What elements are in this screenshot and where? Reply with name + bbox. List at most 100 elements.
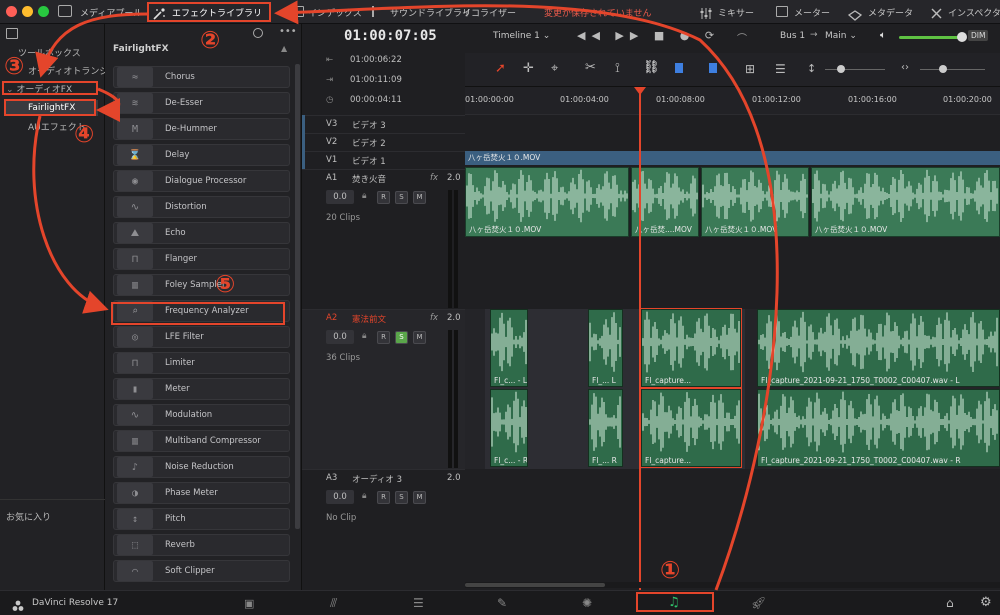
settings-gear-icon[interactable]: ⚙: [980, 595, 992, 610]
magic-wand-icon[interactable]: [152, 5, 166, 20]
volume-knob[interactable]: [957, 32, 967, 42]
speaker-icon[interactable]: 🔈︎: [880, 30, 886, 41]
marker-icon[interactable]: [709, 63, 717, 73]
track-v3[interactable]: V3 ビデオ 3: [302, 115, 465, 133]
fx-item-distortion[interactable]: ∿ Distortion: [113, 196, 290, 218]
video-clip-v1[interactable]: 八ヶ岳焚火１０.MOV: [465, 151, 1000, 165]
fx-list-scrollbar[interactable]: [295, 64, 300, 529]
fx-item-pitch[interactable]: ↕ Pitch: [113, 508, 290, 530]
snap-tool-icon[interactable]: ⟟: [615, 61, 620, 76]
metadata-button[interactable]: メタデータ: [868, 6, 913, 19]
mute-button[interactable]: M: [413, 331, 426, 344]
zoom-window-icon[interactable]: [38, 6, 49, 17]
deliver-page-icon[interactable]: 🚀︎: [751, 596, 766, 610]
audio-clip-a1[interactable]: 八ヶ岳焚火１０.MOV: [701, 167, 809, 237]
minimize-window-icon[interactable]: [22, 6, 33, 17]
media-pool-icon[interactable]: [58, 5, 72, 17]
panel-toggle-icon[interactable]: [6, 28, 18, 39]
fairlight-page-icon[interactable]: ♫: [668, 595, 680, 610]
edit-page-icon[interactable]: ☰: [413, 596, 424, 610]
main-output-selector[interactable]: Main ⌄: [825, 31, 857, 41]
index-icon[interactable]: [292, 6, 304, 17]
inspector-icon[interactable]: [930, 5, 943, 19]
effects-library-button[interactable]: エフェクトライブラリ: [172, 6, 262, 19]
monitor-volume-slider[interactable]: [899, 36, 959, 39]
zoom-horizontal-icon[interactable]: ‹›: [901, 62, 909, 73]
media-page-icon[interactable]: ▣: [244, 597, 254, 610]
more-options-icon[interactable]: •••: [279, 26, 297, 37]
volume-field[interactable]: 0.0: [326, 190, 354, 204]
fx-item-de-hummer[interactable]: M De-Hummer: [113, 118, 290, 140]
fx-item-delay[interactable]: ⌛ Delay: [113, 144, 290, 166]
audio-clip-a2-right[interactable]: Fl_capture...: [641, 389, 741, 467]
fx-item-dialogue-processor[interactable]: ◉ Dialogue Processor: [113, 170, 290, 192]
audio-clip-a1[interactable]: 八ヶ岳焚火１０.MOV: [811, 167, 1000, 237]
fx-item-chorus[interactable]: ≈ Chorus: [113, 66, 290, 88]
volume-field[interactable]: 0.0: [326, 330, 354, 344]
link-tool-icon[interactable]: ⛓: [643, 60, 660, 75]
record-arm-button[interactable]: R: [377, 191, 390, 204]
audio-clip-a2-left[interactable]: Fl_capture_2021-09-21_1750_T0002_C00407.…: [757, 309, 1000, 387]
zoom-slider-track[interactable]: [825, 69, 885, 70]
transport-controls[interactable]: ◀◀ ▶▶ ■ ● ⟳: [577, 29, 720, 42]
sidebar-item-audio-fx[interactable]: ⌄ オーディオFX: [0, 82, 105, 98]
h-zoom-slider-knob[interactable]: [939, 65, 947, 73]
sound-library-icon[interactable]: [372, 6, 382, 17]
focus-tool-icon[interactable]: ⌖: [551, 61, 558, 76]
close-window-icon[interactable]: [6, 6, 17, 17]
fx-item-reverb[interactable]: ⬚ Reverb: [113, 534, 290, 556]
h-zoom-slider-track[interactable]: [920, 69, 985, 70]
fx-item-multiband-compressor[interactable]: ▥ Multiband Compressor: [113, 430, 290, 452]
fx-item-flanger[interactable]: ⊓ Flanger: [113, 248, 290, 270]
record-arm-button[interactable]: R: [377, 331, 390, 344]
zoom-vertical-icon[interactable]: ↕: [807, 62, 816, 75]
dim-button[interactable]: DIM: [968, 30, 989, 41]
inspector-button[interactable]: インスペクタ: [948, 6, 1000, 19]
mixer-icon[interactable]: [700, 5, 712, 19]
mixer-button[interactable]: ミキサー: [718, 6, 754, 19]
mute-button[interactable]: M: [413, 491, 426, 504]
index-button[interactable]: インデックス: [308, 6, 362, 19]
flag-icon[interactable]: [675, 63, 683, 73]
audio-clip-a2-right[interactable]: Fl_c... - R: [490, 389, 528, 467]
fx-item-foley-sampler[interactable]: ▥ Foley Sampler: [113, 274, 290, 296]
collapse-icon[interactable]: ▲: [281, 44, 287, 53]
zoom-slider-knob[interactable]: [837, 65, 845, 73]
equalizer-button[interactable]: イコライザー: [462, 6, 516, 19]
bus-selector[interactable]: Bus 1: [780, 31, 805, 41]
mute-button[interactable]: M: [413, 191, 426, 204]
fx-item-de-esser[interactable]: ≋ De-Esser: [113, 92, 290, 114]
audio-clip-a2-left[interactable]: Fl_capture...: [641, 309, 741, 387]
fx-item-noise-reduction[interactable]: ♪ Noise Reduction: [113, 456, 290, 478]
solo-button[interactable]: S: [395, 331, 408, 344]
audio-clip-a2-right[interactable]: Fl_capture_2021-09-21_1750_T0002_C00407.…: [757, 389, 1000, 467]
audio-clip-a2-right[interactable]: Fl_... R: [588, 389, 623, 467]
home-icon[interactable]: ⌂: [946, 596, 954, 610]
fx-indicator[interactable]: fx: [430, 173, 438, 183]
metadata-icon[interactable]: [847, 6, 863, 21]
volume-field[interactable]: 0.0: [326, 490, 354, 504]
audio-clip-a1[interactable]: 八ヶ岳焚....MOV: [631, 167, 699, 237]
playhead-handle[interactable]: [634, 87, 646, 95]
audio-clip-a2-left[interactable]: Fl_... L: [588, 309, 623, 387]
meters-button[interactable]: メーター: [794, 6, 830, 19]
sound-library-button[interactable]: サウンドライブラリ: [390, 6, 471, 19]
view-options-icon[interactable]: ⊞: [745, 62, 755, 76]
track-v1[interactable]: V1 ビデオ 1: [302, 151, 465, 169]
lock-icon[interactable]: 🔒︎: [362, 191, 367, 201]
fx-indicator[interactable]: fx: [430, 313, 438, 323]
time-ruler[interactable]: 01:00:00:00 01:00:04:00 01:00:08:00 01:0…: [465, 87, 1000, 115]
timeline-selector[interactable]: Timeline 1 ⌄: [493, 31, 550, 41]
solo-button[interactable]: S: [395, 491, 408, 504]
audio-clip-a2-left[interactable]: Fl_c... - L: [490, 309, 528, 387]
fx-item-echo[interactable]: ⛰ Echo: [113, 222, 290, 244]
pointer-tool-icon[interactable]: ➚: [495, 61, 506, 76]
color-page-icon[interactable]: ✺: [582, 596, 592, 610]
fx-item-meter[interactable]: ▮ Meter: [113, 378, 290, 400]
cut-page-icon[interactable]: ⫻: [330, 596, 337, 611]
solo-button[interactable]: S: [395, 191, 408, 204]
record-arm-button[interactable]: R: [377, 491, 390, 504]
fx-item-phase-meter[interactable]: ◑ Phase Meter: [113, 482, 290, 504]
lock-icon[interactable]: 🔒︎: [362, 491, 367, 501]
fx-item-limiter[interactable]: ⊓ Limiter: [113, 352, 290, 374]
